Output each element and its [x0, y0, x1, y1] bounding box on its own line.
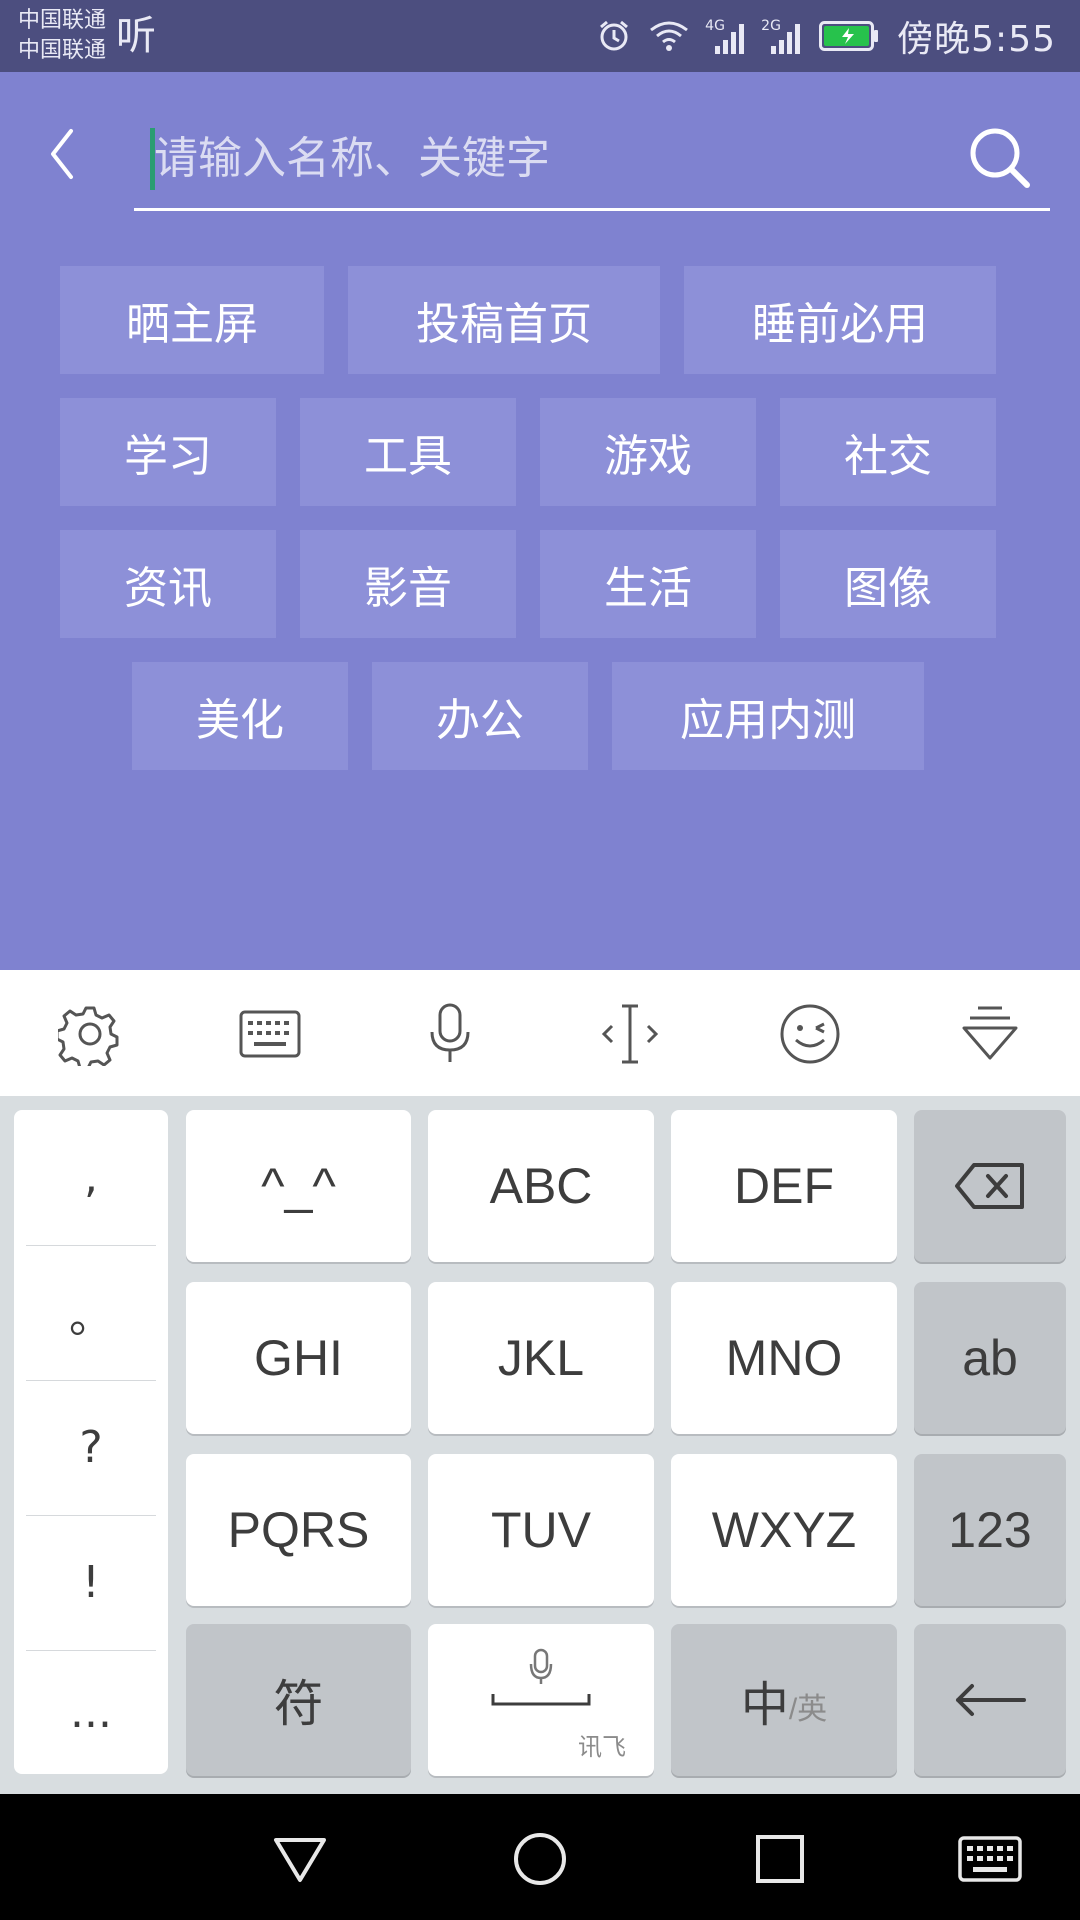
back-button[interactable]	[38, 122, 86, 186]
backspace-icon	[955, 1163, 1024, 1209]
triangle-back-icon	[274, 1838, 326, 1882]
tag-button[interactable]: 图像	[780, 530, 996, 638]
ime-brand-label: 讯飞	[578, 1734, 626, 1761]
search-button[interactable]	[964, 122, 1036, 194]
nav-home-button[interactable]	[505, 1824, 575, 1894]
carrier-2: 中国联通	[18, 38, 107, 63]
search-page: 晒主屏 投稿首页 睡前必用 学习 工具 游戏 社交 资讯 影音 生活 图像 美化…	[0, 72, 1080, 970]
emoji-button[interactable]	[770, 994, 850, 1074]
key-pqrs[interactable]: PQRS	[186, 1454, 411, 1606]
enter-key[interactable]	[914, 1624, 1066, 1776]
punct-ellipsis-key[interactable]: ...	[14, 1650, 168, 1774]
tag-button[interactable]: 影音	[300, 530, 516, 638]
nav-keyboard-button[interactable]	[955, 1824, 1025, 1894]
language-switch-key[interactable]: 中 /英	[671, 1624, 897, 1776]
battery-icon	[819, 21, 879, 51]
search-icon	[970, 128, 1030, 188]
lang-alt-label: /英	[788, 1693, 828, 1726]
status-bar: 中国联通 中国联通 听 4G 2G 傍晚5:55	[0, 0, 1080, 72]
punctuation-column: , 。 ? ! ...	[14, 1110, 168, 1774]
tag-button[interactable]: 晒主屏	[60, 266, 324, 374]
text-cursor-icon	[601, 1004, 659, 1064]
punct-exclaim-key[interactable]: !	[14, 1515, 168, 1650]
keyboard-toolbar	[0, 970, 1080, 1098]
signal-2g-icon: 2G	[761, 16, 801, 56]
key-ab[interactable]: ab	[914, 1282, 1066, 1434]
key-wxyz[interactable]: WXYZ	[671, 1454, 897, 1606]
tag-button[interactable]: 睡前必用	[684, 266, 996, 374]
keyboard-icon	[239, 1010, 301, 1058]
key-symbols[interactable]: 符	[186, 1624, 411, 1776]
microphone-icon	[430, 1003, 470, 1062]
key-emoticon[interactable]: ^_^	[186, 1110, 411, 1262]
voice-input-button[interactable]	[410, 994, 490, 1074]
keyboard-layout-button[interactable]	[230, 994, 310, 1074]
tag-button[interactable]: 游戏	[540, 398, 756, 506]
nav-back-button[interactable]	[265, 1824, 335, 1894]
lang-main-label: 中	[740, 1679, 789, 1732]
alarm-icon	[597, 19, 631, 53]
collapse-down-icon	[962, 1006, 1018, 1060]
clock: 傍晚5:55	[897, 19, 1056, 60]
carrier-labels: 中国联通 中国联通	[18, 6, 106, 66]
square-recents-icon	[756, 1835, 804, 1883]
status-icons: 4G 2G 傍晚5:55	[597, 0, 1056, 72]
punct-period-key[interactable]: 。	[14, 1245, 168, 1380]
tag-button[interactable]: 应用内测	[612, 662, 924, 770]
punct-question-key[interactable]: ?	[14, 1380, 168, 1515]
tag-button[interactable]: 资讯	[60, 530, 276, 638]
hide-keyboard-button[interactable]	[950, 994, 1030, 1074]
search-input[interactable]	[152, 122, 956, 194]
tag-button[interactable]: 工具	[300, 398, 516, 506]
space-key[interactable]: 讯飞	[428, 1624, 654, 1776]
key-abc[interactable]: ABC	[428, 1110, 654, 1262]
enter-arrow-icon	[956, 1684, 1026, 1716]
wifi-icon	[649, 20, 689, 52]
space-microphone-icon	[491, 1648, 591, 1706]
key-def[interactable]: DEF	[671, 1110, 897, 1262]
tag-button[interactable]: 办公	[372, 662, 588, 770]
signal-4g-icon: 4G	[705, 16, 745, 56]
key-tuv[interactable]: TUV	[428, 1454, 654, 1606]
key-mno[interactable]: MNO	[671, 1282, 897, 1434]
keyboard-icon	[958, 1836, 1022, 1882]
punct-comma-key[interactable]: ,	[14, 1110, 168, 1245]
tag-button[interactable]: 生活	[540, 530, 756, 638]
key-numbers[interactable]: 123	[914, 1454, 1066, 1606]
keyboard-settings-button[interactable]	[50, 994, 130, 1074]
smiley-icon	[780, 1004, 840, 1064]
keyboard: , 。 ? ! ... ^_^ ABC DEF GHI JKL MNO ab P…	[0, 1096, 1080, 1794]
key-ghi[interactable]: GHI	[186, 1282, 411, 1434]
search-bar	[134, 108, 1050, 211]
tag-button[interactable]: 美化	[132, 662, 348, 770]
backspace-key[interactable]	[914, 1110, 1066, 1262]
chevron-left-icon	[51, 129, 73, 179]
gear-icon	[58, 1006, 119, 1066]
system-nav-bar	[0, 1794, 1080, 1920]
nav-recents-button[interactable]	[745, 1824, 815, 1894]
tag-button[interactable]: 投稿首页	[348, 266, 660, 374]
cursor-move-button[interactable]	[590, 994, 670, 1074]
circle-home-icon	[514, 1833, 566, 1885]
key-jkl[interactable]: JKL	[428, 1282, 654, 1434]
tag-button[interactable]: 学习	[60, 398, 276, 506]
tag-button[interactable]: 社交	[780, 398, 996, 506]
notification-ting-icon: 听	[116, 13, 156, 59]
carrier-1: 中国联通	[18, 8, 107, 33]
